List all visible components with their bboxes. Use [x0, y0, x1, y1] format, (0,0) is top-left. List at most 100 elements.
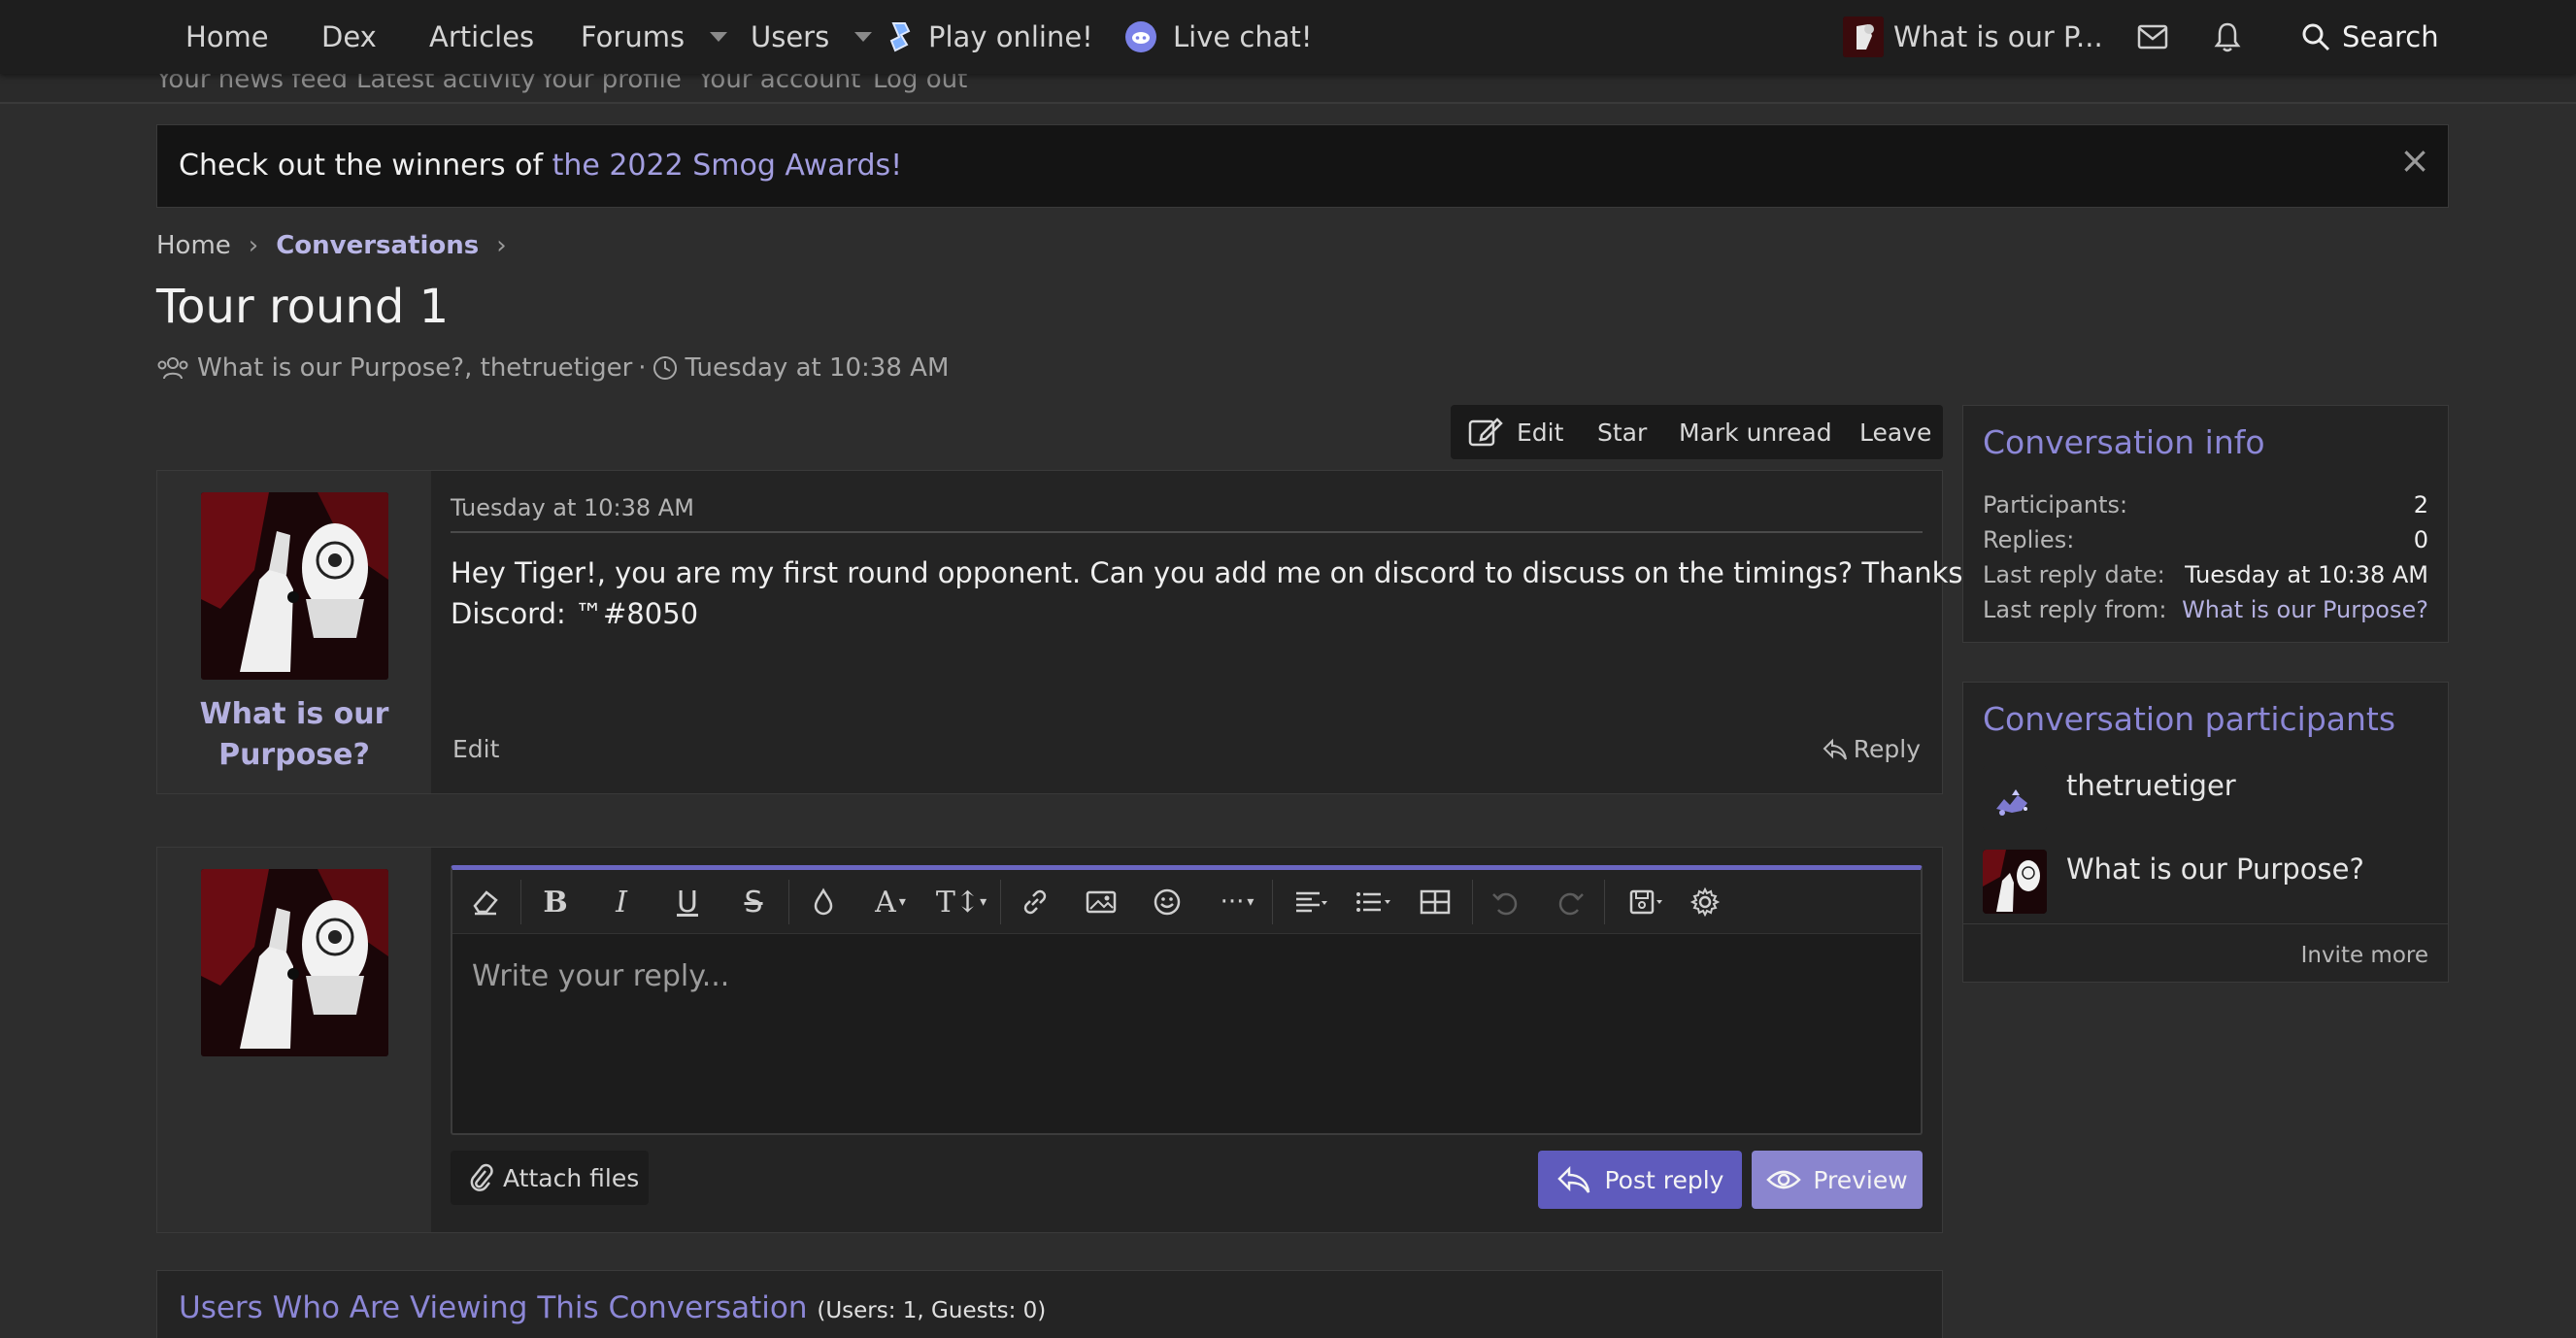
info-row-replies: Replies: 0 [1983, 526, 2428, 559]
avatar[interactable] [1983, 766, 2047, 830]
smiley-icon[interactable] [1150, 886, 1185, 919]
info-row-participants: Participants: 2 [1983, 491, 2428, 524]
nav-articles[interactable]: Articles [429, 0, 534, 74]
subnav-profile[interactable]: Your profile [540, 74, 682, 94]
chevron-down-icon[interactable] [710, 32, 728, 42]
nav-forums-label: Forums [581, 20, 686, 53]
redo-icon[interactable] [1554, 886, 1589, 919]
info-value-link[interactable]: What is our Purpose? [2182, 596, 2428, 629]
list-icon[interactable] [1346, 886, 1400, 919]
alerts-button[interactable] [2214, 0, 2241, 74]
nav-users[interactable]: Users [751, 0, 873, 74]
nav-users-label: Users [751, 20, 830, 53]
discord-icon [1125, 21, 1156, 52]
font-size-icon[interactable]: T↕ ▾ [932, 886, 990, 920]
conversation-participants-block: Conversation participants thetruetiger W… [1962, 682, 2449, 983]
post-username-line1: What is our [199, 697, 389, 731]
envelope-icon [2137, 24, 2168, 50]
more-options-icon[interactable]: ··· ▾ [1208, 886, 1266, 919]
notice-banner: Check out the winners of the 2022 Smog A… [156, 124, 2449, 208]
viewers-title[interactable]: Users Who Are Viewing This Conversation [179, 1290, 808, 1325]
notice-message: Check out the winners of [179, 149, 552, 183]
post-username[interactable]: What is our Purpose? [157, 694, 431, 776]
conversation-info-title: Conversation info [1983, 423, 2265, 461]
link-icon[interactable] [1018, 886, 1053, 919]
post-date[interactable]: Tuesday at 10:38 AM [451, 494, 694, 521]
undo-icon[interactable] [1488, 886, 1522, 919]
star-button[interactable]: Star [1597, 418, 1647, 447]
invite-more-link[interactable]: Invite more [2301, 943, 2428, 968]
participants-title: Conversation participants [1983, 700, 2396, 738]
participant-item[interactable]: thetruetiger [1983, 766, 2236, 830]
meta-participants[interactable]: What is our Purpose?, thetruetiger [197, 353, 632, 383]
search-label: Search [2342, 20, 2439, 53]
chevron-down-icon[interactable] [854, 32, 873, 42]
edit-button[interactable]: Edit [1517, 418, 1563, 447]
bell-icon [2214, 22, 2241, 52]
post-edit-link[interactable]: Edit [452, 735, 499, 763]
search-button[interactable]: Search [2301, 0, 2439, 74]
align-icon[interactable] [1284, 886, 1338, 919]
eraser-icon[interactable] [468, 886, 503, 919]
close-icon[interactable]: × [2399, 139, 2430, 182]
subnav-logout[interactable]: Log out [873, 74, 967, 94]
meta-separator: · [638, 353, 647, 383]
image-icon[interactable] [1084, 886, 1119, 919]
nav-live-chat[interactable]: Live chat! [1124, 0, 1313, 74]
avatar[interactable] [201, 869, 388, 1056]
post-reply-link[interactable]: Reply [1823, 735, 1921, 763]
info-value: 0 [2413, 526, 2428, 553]
avatar[interactable] [1983, 850, 2047, 914]
participant-name[interactable]: What is our Purpose? [2066, 853, 2364, 886]
italic-icon[interactable]: I [604, 886, 639, 920]
nav-forums[interactable]: Forums [581, 0, 728, 74]
top-navigation: Home Dex Articles Forums Users Play onli… [0, 0, 2576, 74]
leave-button[interactable]: Leave [1859, 418, 1931, 447]
subnav-news-feed[interactable]: Your news feed [156, 74, 348, 94]
strikethrough-icon[interactable]: S [736, 886, 771, 920]
avatar[interactable] [201, 492, 388, 680]
mark-unread-button[interactable]: Mark unread [1679, 418, 1832, 447]
nav-account[interactable]: What is our P... [1843, 0, 2103, 74]
preview-button[interactable]: Preview [1752, 1151, 1923, 1209]
bold-icon[interactable]: B [538, 886, 573, 920]
info-label: Replies: [1983, 526, 2075, 553]
nav-home[interactable]: Home [185, 0, 269, 74]
post-username-line2: Purpose? [218, 738, 370, 772]
subnav-latest-activity[interactable]: Latest activity [356, 74, 535, 94]
nav-account-label: What is our P... [1893, 20, 2103, 53]
divider [451, 531, 1923, 533]
meta-date[interactable]: Tuesday at 10:38 AM [686, 353, 950, 383]
edit-icon[interactable] [1468, 416, 1503, 449]
breadcrumb-conversations[interactable]: Conversations [276, 231, 479, 260]
post-body-line2: Discord: ™#8050 [451, 597, 699, 630]
pokeball-icon [889, 22, 911, 52]
nav-play-online[interactable]: Play online! [887, 0, 1093, 74]
font-family-icon[interactable]: A ▾ [866, 886, 915, 920]
table-icon[interactable] [1418, 886, 1453, 919]
preview-label: Preview [1813, 1165, 1908, 1194]
toolbar-separator [1272, 880, 1273, 924]
inbox-button[interactable] [2137, 0, 2168, 74]
post-reply-label: Reply [1853, 735, 1921, 763]
underline-icon[interactable]: U [670, 886, 705, 920]
chevron-right-icon: › [496, 231, 507, 260]
quick-reply: B I U S A ▾ T↕ ▾ ··· ▾ Write your reply.… [156, 847, 1943, 1233]
notice-link[interactable]: the 2022 Smog Awards! [552, 149, 903, 183]
participant-name[interactable]: thetruetiger [2066, 769, 2236, 802]
reply-input[interactable]: Write your reply... [472, 959, 729, 993]
nav-dex[interactable]: Dex [321, 0, 377, 74]
reply-user-panel [157, 848, 431, 1232]
post-body: Hey Tiger!, you are my first round oppon… [451, 552, 1972, 634]
nav-live-chat-label: Live chat! [1173, 20, 1313, 53]
attach-files-button[interactable]: Attach files [451, 1151, 649, 1205]
gear-icon[interactable] [1688, 886, 1723, 919]
subnav-account[interactable]: Your account [698, 74, 860, 94]
post-reply-button[interactable]: Post reply [1538, 1151, 1742, 1209]
breadcrumb-home[interactable]: Home [156, 231, 231, 260]
participant-item[interactable]: What is our Purpose? [1983, 850, 2364, 914]
divider [1963, 923, 2448, 924]
drafts-icon[interactable] [1620, 886, 1674, 919]
text-color-icon[interactable] [806, 886, 841, 919]
message-post: What is our Purpose? Tuesday at 10:38 AM… [156, 470, 1972, 794]
